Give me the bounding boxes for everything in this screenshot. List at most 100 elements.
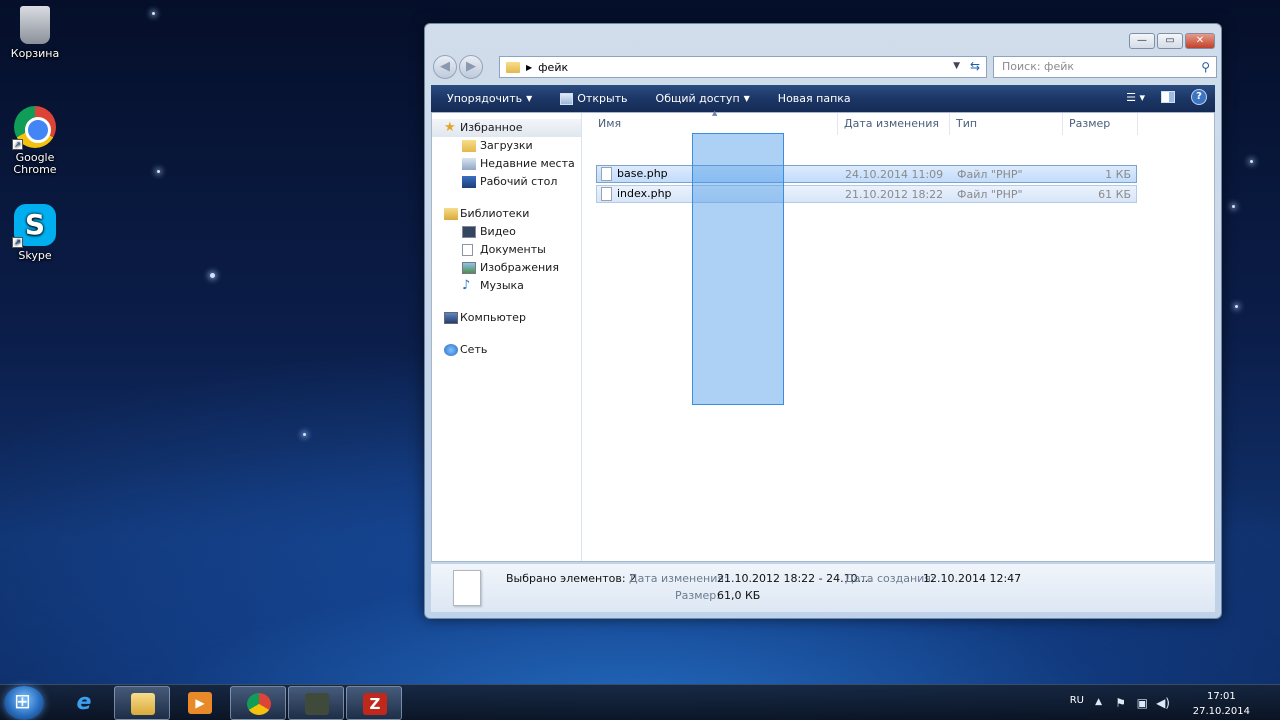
open-button[interactable]: Открыть	[546, 92, 641, 105]
open-icon	[560, 92, 574, 105]
close-button[interactable]: ✕	[1185, 33, 1215, 49]
maximize-button[interactable]: ▭	[1157, 33, 1183, 49]
wallpaper-star	[303, 433, 306, 436]
selection-rectangle	[692, 133, 784, 405]
taskbar-explorer[interactable]	[114, 686, 170, 720]
search-box[interactable]: Поиск: фейк ⚲	[993, 56, 1217, 78]
nav-documents[interactable]: Документы	[432, 241, 581, 259]
star-icon: ★	[444, 120, 456, 135]
new-folder-label: Новая папка	[777, 92, 851, 105]
size-label: Размер:	[675, 589, 720, 602]
file-size: 1 КБ	[1105, 168, 1131, 181]
computer-icon	[444, 312, 458, 324]
taskbar-app[interactable]	[288, 686, 344, 720]
system-tray: RU ▲ ⚑ ▣ ◀) 17:01 27.10.2014	[1050, 685, 1280, 720]
breadcrumb-folder[interactable]: фейк	[538, 61, 568, 74]
search-icon[interactable]: ⚲	[1201, 57, 1210, 77]
nav-video[interactable]: Видео	[432, 223, 581, 241]
taskbar-ie[interactable]: e	[56, 686, 112, 720]
file-row[interactable]: index.php 21.10.2012 18:22 Файл "PHP" 61…	[596, 185, 1137, 203]
nav-desktop[interactable]: Рабочий стол	[432, 173, 581, 191]
clock[interactable]: 17:01 27.10.2014	[1193, 689, 1250, 719]
nav-label: Загрузки	[480, 139, 533, 152]
nav-label: Избранное	[460, 121, 523, 134]
nav-label: Документы	[480, 243, 546, 256]
wallpaper-star	[157, 170, 160, 173]
nav-label: Компьютер	[460, 311, 526, 324]
back-button[interactable]: ◀	[433, 55, 457, 79]
nav-label: Библиотеки	[460, 207, 530, 220]
address-dropdown-icon[interactable]: ▼	[953, 61, 960, 71]
desktop-icon-label: Корзина	[10, 47, 60, 60]
chrome-icon: ↗	[12, 106, 56, 150]
nav-images[interactable]: Изображения	[432, 259, 581, 277]
php-file-icon	[601, 187, 612, 201]
organize-label: Упорядочить	[447, 92, 523, 105]
preview-pane-icon[interactable]	[1161, 91, 1175, 103]
folder-icon	[506, 61, 520, 73]
navigation-bar: ◀ ▶ ▶ фейк ▼ ⇆ Поиск: фейк ⚲	[431, 54, 1217, 80]
show-hidden-icons-icon[interactable]: ▲	[1095, 697, 1102, 707]
column-header-type[interactable]: Тип	[950, 113, 1063, 135]
help-icon[interactable]: ?	[1191, 89, 1207, 105]
volume-icon[interactable]: ◀)	[1156, 696, 1170, 710]
file-list-pane: Имя Дата изменения Тип Размер ▲ base.php…	[582, 109, 1214, 561]
nav-downloads[interactable]: Загрузки	[432, 137, 581, 155]
language-indicator[interactable]: RU	[1070, 695, 1084, 706]
file-row[interactable]: base.php 24.10.2014 11:09 Файл "PHP" 1 К…	[596, 165, 1137, 183]
content-area: ★ Избранное Загрузки Недавние места Рабо…	[431, 109, 1215, 562]
file-name: index.php	[617, 187, 672, 200]
taskbar-chrome[interactable]	[230, 686, 286, 720]
forward-button[interactable]: ▶	[459, 55, 483, 79]
nav-network[interactable]: Сеть	[432, 341, 581, 359]
new-folder-button[interactable]: Новая папка	[764, 92, 865, 105]
nav-label: Музыка	[480, 279, 524, 292]
file-date: 21.10.2012 18:22	[845, 188, 944, 201]
created-value: 12.10.2014 12:47	[923, 572, 1022, 585]
clock-time: 17:01	[1206, 691, 1236, 702]
nav-label: Недавние места	[480, 157, 575, 170]
column-header-date[interactable]: Дата изменения	[838, 113, 950, 135]
nav-favorites[interactable]: ★ Избранное	[432, 119, 581, 137]
desktop-icon-google-chrome[interactable]: ↗ Google Chrome	[0, 106, 70, 176]
desktop-icon-skype[interactable]: S ↗ Skype	[0, 204, 70, 262]
taskbar: e ▶ Z RU ▲ ⚑ ▣ ◀) 17:01 27.10.2014	[0, 684, 1280, 720]
downloads-icon	[462, 140, 476, 152]
video-icon	[462, 226, 476, 238]
taskbar-media-player[interactable]: ▶	[172, 686, 228, 720]
nav-music[interactable]: ♪ Музыка	[432, 277, 581, 295]
refresh-icon[interactable]: ⇆	[970, 59, 980, 73]
nav-libraries[interactable]: Библиотеки	[432, 205, 581, 223]
column-header-size[interactable]: Размер	[1063, 113, 1138, 135]
wallpaper-star	[152, 12, 155, 15]
address-bar[interactable]: ▶ фейк ▼ ⇆	[499, 56, 987, 78]
nav-label: Видео	[480, 225, 516, 238]
filezilla-icon: Z	[363, 693, 387, 715]
file-name: base.php	[617, 167, 668, 180]
recent-places-icon	[462, 158, 476, 170]
folder-icon	[131, 693, 155, 715]
action-center-icon[interactable]: ⚑	[1115, 696, 1126, 710]
minimize-button[interactable]: —	[1129, 33, 1155, 49]
nav-recent-places[interactable]: Недавние места	[432, 155, 581, 173]
size-value: 61,0 КБ	[717, 589, 761, 602]
chevron-down-icon: ▼	[743, 94, 750, 103]
start-button[interactable]	[4, 686, 44, 720]
nav-computer[interactable]: Компьютер	[432, 309, 581, 327]
share-button[interactable]: Общий доступ ▼	[642, 92, 764, 105]
taskbar-filezilla[interactable]: Z	[346, 686, 402, 720]
wallpaper-star	[1235, 305, 1238, 308]
skype-icon: S ↗	[12, 204, 56, 248]
network-icon[interactable]: ▣	[1137, 696, 1148, 710]
php-file-icon	[601, 167, 612, 181]
view-options-icon[interactable]: ☰ ▾	[1126, 91, 1145, 104]
wallpaper-star	[1250, 160, 1253, 163]
open-label: Открыть	[577, 92, 628, 105]
desktop-icon-recycle-bin[interactable]: Корзина	[0, 6, 70, 60]
shortcut-arrow-icon: ↗	[12, 237, 23, 248]
toolbar-right: ☰ ▾ ?	[1126, 89, 1207, 105]
modified-label: Дата изменения:	[629, 572, 728, 585]
nav-label: Изображения	[480, 261, 559, 274]
nav-label: Рабочий стол	[480, 175, 558, 188]
organize-button[interactable]: Упорядочить ▼	[431, 92, 546, 105]
